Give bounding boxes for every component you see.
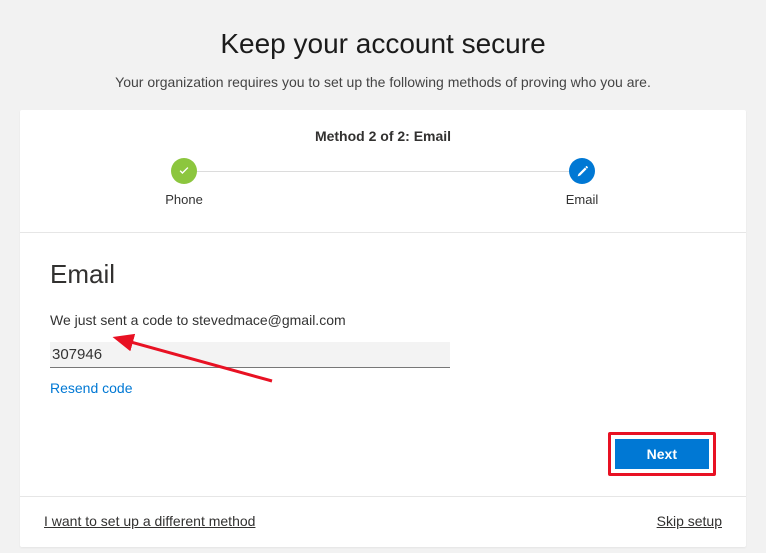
method-progress-label: Method 2 of 2: Email (50, 128, 716, 144)
setup-card: Method 2 of 2: Email Phone Email (20, 110, 746, 547)
step-phone: Phone (144, 158, 224, 207)
card-footer: I want to set up a different method Skip… (20, 496, 746, 547)
section-title: Email (50, 259, 716, 290)
different-method-link[interactable]: I want to set up a different method (44, 513, 255, 529)
next-button[interactable]: Next (615, 439, 709, 469)
step-label-phone: Phone (144, 192, 224, 207)
page-title: Keep your account secure (20, 28, 746, 60)
step-label-email: Email (542, 192, 622, 207)
next-button-highlight: Next (608, 432, 716, 476)
card-body: Email We just sent a code to stevedmace@… (20, 233, 746, 496)
stepper-line (192, 171, 574, 172)
step-email: Email (542, 158, 622, 207)
check-icon (171, 158, 197, 184)
skip-setup-link[interactable]: Skip setup (657, 513, 722, 529)
page-subtitle: Your organization requires you to set up… (20, 74, 746, 90)
stepper: Phone Email (170, 158, 596, 214)
code-sent-message: We just sent a code to stevedmace@gmail.… (50, 312, 716, 328)
pencil-icon (569, 158, 595, 184)
card-header: Method 2 of 2: Email Phone Email (20, 110, 746, 233)
verification-code-input[interactable] (50, 342, 450, 368)
resend-code-link[interactable]: Resend code (50, 380, 133, 396)
